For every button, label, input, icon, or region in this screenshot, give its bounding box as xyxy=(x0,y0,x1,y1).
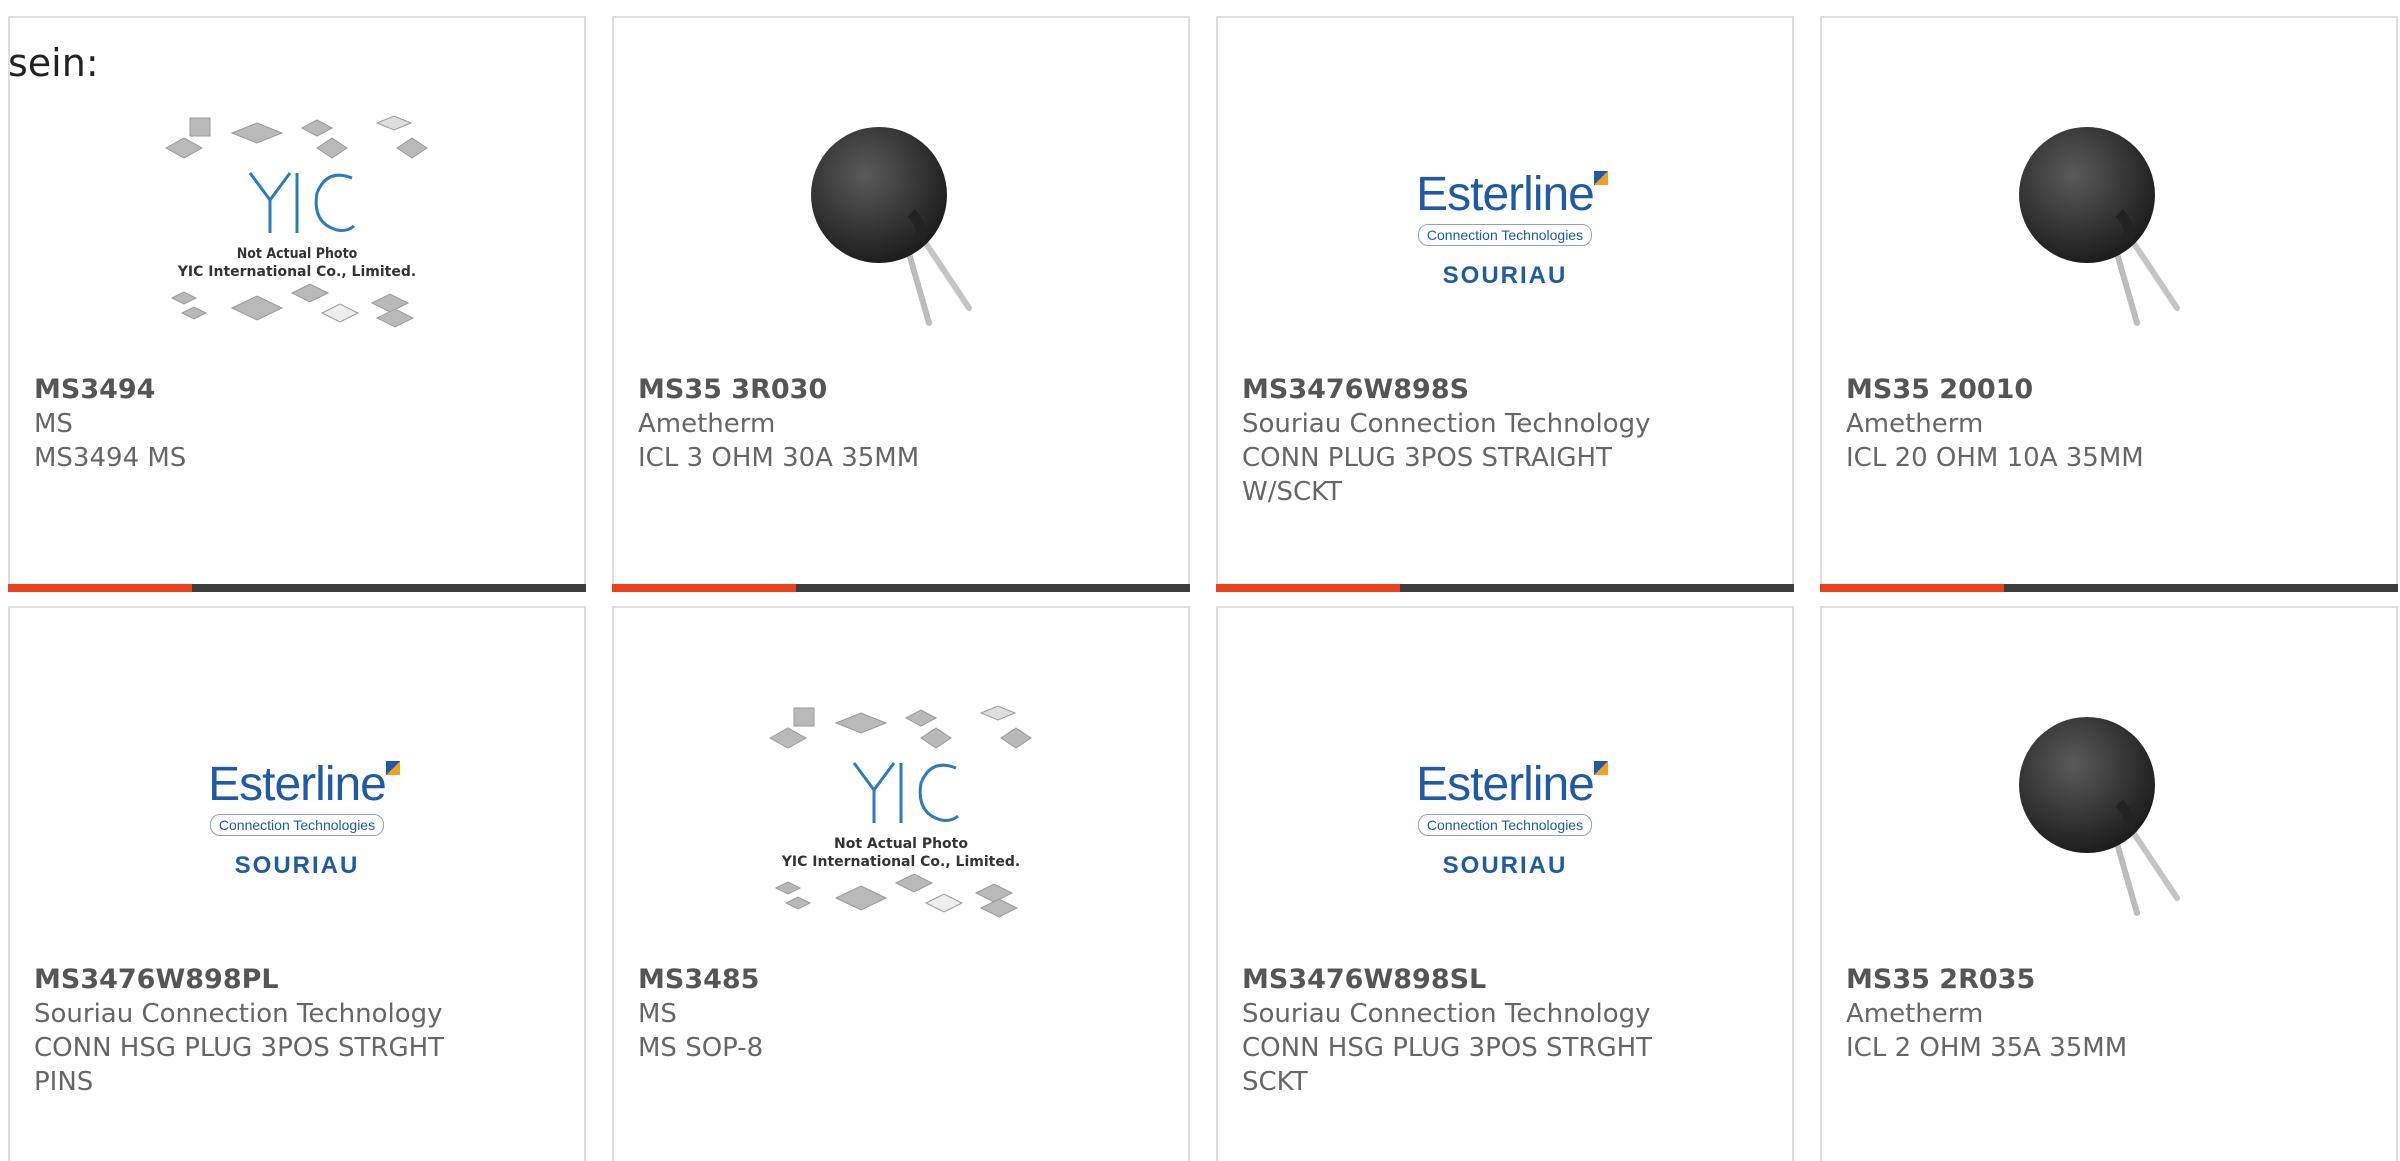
description: ICL 3 OHM 30A 35MM xyxy=(638,443,920,473)
yic-company-text: YIC International Co., Limited. xyxy=(177,264,416,280)
product-card[interactable]: MS35 2R035 Ametherm ICL 2 OHM 35A 35MM xyxy=(1820,606,2398,1161)
logo-sub: Connection Technologies xyxy=(1417,813,1593,836)
part-number[interactable]: MS3476W898PL xyxy=(34,963,560,997)
logo-word: Esterline xyxy=(208,757,400,812)
part-number[interactable]: MS35 20010 xyxy=(1846,373,2372,407)
product-image[interactable]: Not Actual Photo YIC International Co., … xyxy=(10,90,584,366)
thermistor-image xyxy=(2019,127,2180,326)
product-image[interactable] xyxy=(1822,90,2396,366)
card-bottom-bar xyxy=(1820,584,2398,592)
thermistor-image xyxy=(2019,717,2180,916)
description: CONN PLUG 3POS STRAIGHT W/SCKT xyxy=(1242,443,1612,507)
logo-sub: Connection Technologies xyxy=(1417,223,1593,246)
part-number[interactable]: MS35 2R035 xyxy=(1846,963,2372,997)
logo-square-icon xyxy=(385,760,400,775)
card-bottom-bar xyxy=(8,584,586,592)
product-card[interactable]: MS35 20010 Ametherm ICL 20 OHM 10A 35MM xyxy=(1820,16,2398,592)
part-number[interactable]: MS35 3R030 xyxy=(638,373,1164,407)
product-image[interactable] xyxy=(1822,680,2396,956)
manufacturer: MS xyxy=(638,999,677,1029)
logo-brand: SOURIAU xyxy=(1442,851,1568,879)
card-bottom-bar xyxy=(1216,584,1794,592)
card-bottom-bar xyxy=(612,584,1190,592)
not-actual-photo-text: Not Actual Photo xyxy=(834,836,968,852)
manufacturer: Souriau Connection Technology xyxy=(34,999,443,1029)
description: MS3494 MS xyxy=(34,443,187,473)
thermistor-image xyxy=(811,127,972,326)
part-number[interactable]: MS3494 xyxy=(34,373,560,407)
esterline-logo: Esterline Connection Technologies SOURIA… xyxy=(1400,757,1610,880)
manufacturer: Ametherm xyxy=(638,409,776,439)
product-card[interactable]: Esterline Connection Technologies SOURIA… xyxy=(1216,606,1794,1161)
logo-word: Esterline xyxy=(1416,167,1608,222)
part-number[interactable]: MS3476W898SL xyxy=(1242,963,1768,997)
logo-brand: SOURIAU xyxy=(1442,261,1568,289)
yic-placeholder-image: Not Actual Photo YIC International Co., … xyxy=(164,115,428,328)
product-image[interactable] xyxy=(614,90,1188,366)
product-card[interactable]: Esterline Connection Technologies SOURIA… xyxy=(8,606,586,1161)
product-image[interactable]: Not Actual Photo YIC International Co., … xyxy=(614,680,1188,956)
description: CONN HSG PLUG 3POS STRGHT PINS xyxy=(34,1033,445,1097)
yic-placeholder-image: Not Actual Photo YIC International Co., … xyxy=(768,705,1032,918)
product-image[interactable]: Esterline Connection Technologies SOURIA… xyxy=(1218,680,1792,956)
product-card[interactable]: Esterline Connection Technologies SOURIA… xyxy=(1216,16,1794,592)
manufacturer: Souriau Connection Technology xyxy=(1242,409,1651,439)
yic-company-text: YIC International Co., Limited. xyxy=(781,854,1020,870)
product-image[interactable]: Esterline Connection Technologies SOURIA… xyxy=(10,680,584,956)
manufacturer: Souriau Connection Technology xyxy=(1242,999,1651,1029)
description: MS SOP-8 xyxy=(638,1033,764,1063)
logo-brand: SOURIAU xyxy=(234,851,360,879)
card-accent-bar xyxy=(8,584,192,592)
logo-square-icon xyxy=(1593,170,1608,185)
product-grid-page: sein: Not Actual Photo YIC International… xyxy=(0,0,2400,1161)
product-image[interactable]: Esterline Connection Technologies SOURIA… xyxy=(1218,90,1792,366)
logo-square-icon xyxy=(1593,760,1608,775)
not-actual-photo-text: Not Actual Photo xyxy=(237,246,358,262)
part-number[interactable]: MS3476W898S xyxy=(1242,373,1768,407)
manufacturer: MS xyxy=(34,409,73,439)
description: CONN HSG PLUG 3POS STRGHT SCKT xyxy=(1242,1033,1653,1097)
manufacturer: Ametherm xyxy=(1846,999,1984,1029)
logo-word: Esterline xyxy=(1416,757,1608,812)
esterline-logo: Esterline Connection Technologies SOURIA… xyxy=(1400,167,1610,290)
manufacturer: Ametherm xyxy=(1846,409,1984,439)
product-card[interactable]: Not Actual Photo YIC International Co., … xyxy=(8,16,586,592)
card-accent-bar xyxy=(612,584,796,592)
esterline-logo: Esterline Connection Technologies SOURIA… xyxy=(192,757,402,880)
logo-sub: Connection Technologies xyxy=(209,813,385,836)
product-card[interactable]: MS35 3R030 Ametherm ICL 3 OHM 30A 35MM xyxy=(612,16,1190,592)
card-accent-bar xyxy=(1216,584,1400,592)
part-number[interactable]: MS3485 xyxy=(638,963,1164,997)
description: ICL 20 OHM 10A 35MM xyxy=(1846,443,2144,473)
description: ICL 2 OHM 35A 35MM xyxy=(1846,1033,2128,1063)
product-card[interactable]: Not Actual Photo YIC International Co., … xyxy=(612,606,1190,1161)
card-accent-bar xyxy=(1820,584,2004,592)
intro-text: sein: xyxy=(8,41,99,85)
